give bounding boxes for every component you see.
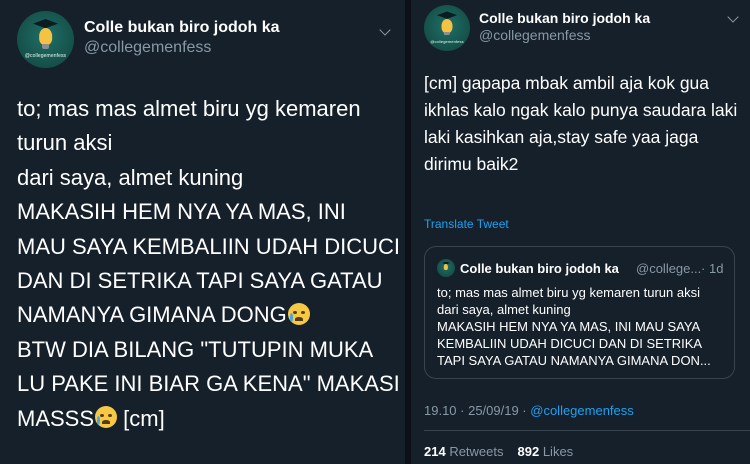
chevron-down-icon[interactable] — [727, 11, 739, 23]
loudly-crying-face-icon — [95, 406, 118, 429]
left-tweet-panel: @collegemenfess Colle bukan biro jodoh k… — [0, 0, 405, 464]
quoted-account-avatar — [437, 259, 455, 277]
quoted-account-name: Colle bukan biro jodoh ka — [460, 261, 619, 276]
tweet-text: [cm] gapapa mbak ambil aja kok gua ikhla… — [424, 73, 738, 174]
lightbulb-icon — [443, 264, 449, 270]
translate-tweet-link[interactable]: Translate Tweet — [424, 217, 509, 231]
quoted-tweet-text: to; mas mas almet biru yg kemaren turun … — [437, 285, 711, 368]
quoted-separator: · — [701, 261, 706, 276]
avatar-handle-text: @collegemenfess — [430, 38, 464, 44]
account-avatar[interactable]: @collegemenfess — [424, 5, 470, 51]
likes-stat[interactable]: 892 Likes — [518, 444, 574, 459]
account-handle[interactable]: @collegemenfess — [84, 39, 211, 57]
loudly-crying-face-icon — [287, 303, 310, 326]
quoted-tweet-card[interactable]: Colle bukan biro jodoh ka @college... · … — [424, 246, 735, 379]
tweet-timestamp: 19.10 · 25/09/19 · — [424, 403, 531, 418]
tweet-text: to; mas mas almet biru yg kemaren turun … — [17, 96, 401, 431]
stats-divider — [424, 430, 750, 431]
chevron-down-icon[interactable] — [379, 24, 391, 36]
avatar-handle-text: @collegemenfess — [24, 52, 67, 59]
tweet-stats: 214 Retweets 892 Likes — [424, 444, 573, 459]
tweet-metadata: 19.10 · 25/09/19 · @collegemenfess — [424, 403, 634, 418]
lightbulb-icon — [38, 28, 53, 46]
account-handle[interactable]: @collegemenfess — [479, 27, 591, 43]
quoted-timestamp: 1d — [709, 261, 724, 276]
account-name[interactable]: Colle bukan biro jodoh ka — [84, 19, 280, 37]
right-tweet-panel: @collegemenfess Colle bukan biro jodoh k… — [411, 0, 750, 464]
quoted-account-handle: @college... — [636, 261, 702, 276]
source-account-link[interactable]: @collegemenfess — [530, 403, 634, 418]
account-avatar[interactable]: @collegemenfess — [17, 11, 74, 68]
lightbulb-icon — [441, 18, 453, 33]
retweets-stat[interactable]: 214 Retweets — [424, 444, 504, 459]
account-name[interactable]: Colle bukan biro jodoh ka — [479, 10, 650, 26]
